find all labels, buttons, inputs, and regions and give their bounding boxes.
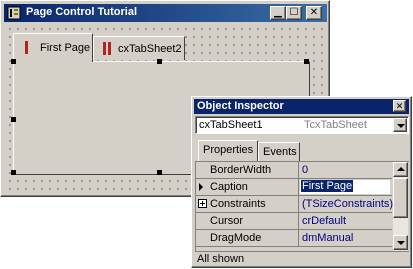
tab-label: cxTabSheet2 xyxy=(118,43,182,55)
property-value[interactable]: crDefault xyxy=(302,215,346,227)
property-value-selected: First Page xyxy=(301,180,354,192)
column-divider xyxy=(298,162,299,178)
tab-events[interactable]: Events xyxy=(258,142,300,161)
caption-value-editor[interactable]: First Page xyxy=(300,180,390,194)
column-divider xyxy=(298,230,299,246)
property-row-constraints[interactable]: Constraints (TSizeConstraints) xyxy=(196,196,393,213)
tab-marker-icon xyxy=(103,42,106,55)
scroll-down-button[interactable] xyxy=(393,235,408,250)
component-selector[interactable]: cxTabSheet1 TcxTabSheet xyxy=(195,116,409,134)
property-row-dragmode[interactable]: DragMode dmManual xyxy=(196,230,392,247)
tab-properties[interactable]: Properties xyxy=(198,140,258,161)
column-divider xyxy=(298,179,299,195)
selection-handle[interactable] xyxy=(157,59,162,64)
chevron-up-icon xyxy=(397,167,405,171)
tab-first-page[interactable]: First Page xyxy=(13,33,93,62)
object-inspector-titlebar[interactable]: Object Inspector ✕ xyxy=(194,99,409,114)
property-row-cursor[interactable]: Cursor crDefault xyxy=(196,213,392,230)
tab-label: First Page xyxy=(40,42,91,54)
property-name: DragMode xyxy=(210,232,262,244)
tab-label: Events xyxy=(263,146,297,158)
property-grid: BorderWidth 0 Caption First Page Constra… xyxy=(195,161,409,251)
property-name: Cursor xyxy=(210,215,244,227)
selection-handle[interactable] xyxy=(11,170,16,175)
property-row-caption[interactable]: Caption First Page xyxy=(196,179,392,196)
property-row-borderwidth[interactable]: BorderWidth 0 xyxy=(196,162,392,179)
current-row-indicator-icon xyxy=(199,183,203,191)
minimize-icon: ▁ xyxy=(274,7,282,18)
selection-handle[interactable] xyxy=(304,59,309,64)
property-name: Caption xyxy=(210,181,248,193)
selection-handle[interactable] xyxy=(11,117,16,122)
close-icon: ✕ xyxy=(309,7,319,18)
property-value[interactable]: 0 xyxy=(302,164,308,176)
chevron-down-icon xyxy=(397,241,405,245)
column-divider xyxy=(298,213,299,229)
property-name: Constraints xyxy=(210,198,266,210)
scroll-up-button[interactable] xyxy=(393,162,408,177)
delphi-form-icon xyxy=(7,6,21,20)
inspector-status-bar: All shown xyxy=(195,251,409,266)
tab-marker-icon xyxy=(108,42,111,55)
selection-handle[interactable] xyxy=(11,59,16,64)
close-button[interactable]: ✕ xyxy=(306,6,322,20)
inspector-close-button[interactable]: ✕ xyxy=(393,100,406,112)
property-value[interactable]: dmManual xyxy=(302,232,353,244)
scrollbar-thumb[interactable] xyxy=(393,178,408,218)
form-title: Page Control Tutorial xyxy=(26,6,138,18)
tab-label: Properties xyxy=(203,144,254,156)
status-text: All shown xyxy=(197,253,245,265)
tab-marker-icon xyxy=(25,41,28,54)
close-icon: ✕ xyxy=(395,101,404,111)
component-name: cxTabSheet1 xyxy=(199,119,263,131)
selection-handle[interactable] xyxy=(157,170,162,175)
component-dropdown-button[interactable] xyxy=(393,118,407,132)
vertical-scrollbar[interactable] xyxy=(393,162,408,251)
property-value[interactable]: (TSizeConstraints) xyxy=(302,198,393,210)
component-type: TcxTabSheet xyxy=(304,119,367,131)
maximize-button[interactable]: ☐ xyxy=(286,6,302,20)
form-titlebar[interactable]: Page Control Tutorial ▁ ☐ ✕ xyxy=(4,4,327,22)
column-divider xyxy=(298,196,299,212)
object-inspector-window: Object Inspector ✕ cxTabSheet1 TcxTabShe… xyxy=(191,96,412,268)
tab-cxtabsheet2[interactable]: cxTabSheet2 xyxy=(93,36,185,60)
property-name: BorderWidth xyxy=(210,164,272,176)
maximize-icon: ☐ xyxy=(289,7,299,18)
minimize-button[interactable]: ▁ xyxy=(270,6,286,20)
chevron-down-icon xyxy=(397,124,405,128)
object-inspector-title: Object Inspector xyxy=(197,100,284,112)
expand-plus-icon[interactable] xyxy=(198,199,207,208)
